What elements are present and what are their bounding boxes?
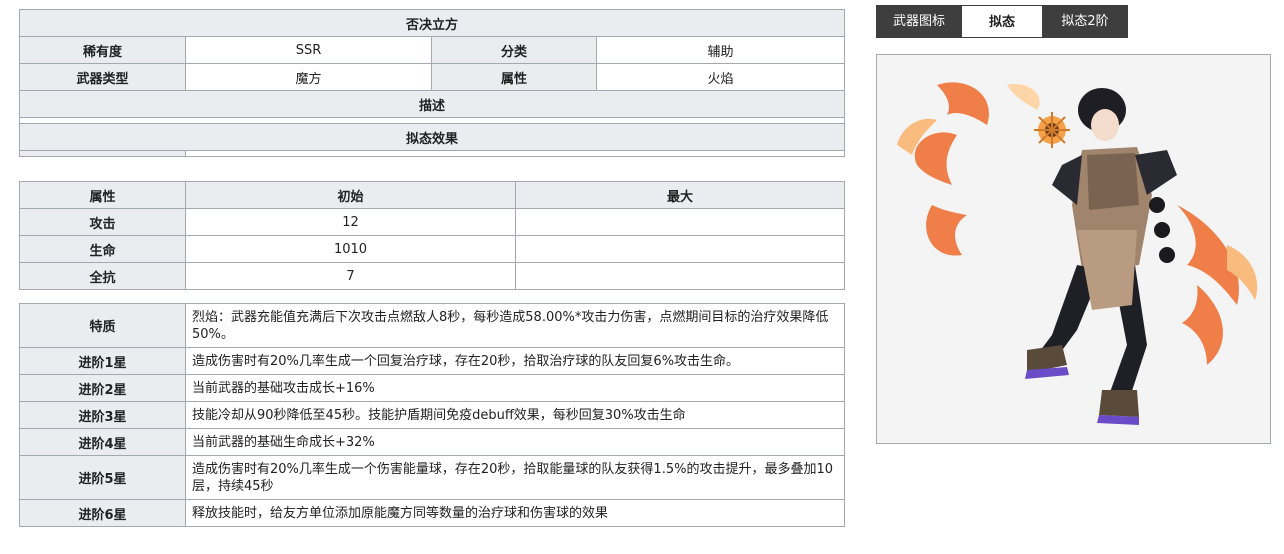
stats-header-max: 最大 (515, 181, 845, 209)
weapon-name-title: 否决立方 (18, 9, 846, 37)
stats-header-attribute: 属性 (19, 181, 186, 209)
weapon-type-value: 魔方 (185, 63, 432, 91)
table-row: 生命 1010 (19, 235, 845, 263)
tab-mimic-stage-2[interactable]: 拟态2阶 (1042, 5, 1128, 38)
rarity-value: SSR (185, 36, 432, 64)
weapon-info-table: 否决立方 稀有度 SSR 分类 辅助 武器类型 魔方 属性 火焰 描述 拟态效果 (18, 9, 846, 157)
table-row: 进阶2星 当前武器的基础攻击成长+16% (19, 374, 845, 402)
attribute-value: 火焰 (595, 63, 846, 91)
trait-text: 烈焰：武器充能值充满后下次攻击点燃敌人8秒，每秒造成58.00%*攻击力伤害，点… (185, 303, 845, 348)
attribute-label: 属性 (431, 63, 597, 91)
mimic-effect-header: 拟态效果 (18, 123, 846, 151)
cube-weapon-icon (1034, 112, 1070, 148)
stat-initial: 12 (185, 208, 516, 236)
stat-label: 全抗 (19, 262, 186, 290)
table-row: 进阶1星 造成伤害时有20%几率生成一个回复治疗球，存在20秒，拾取治疗球的队友… (19, 347, 845, 375)
trait-label: 进阶1星 (19, 347, 186, 375)
stat-max (515, 262, 845, 290)
trait-text: 释放技能时，给友方单位添加原能魔方同等数量的治疗球和伤害球的效果 (185, 499, 845, 527)
stat-max (515, 208, 845, 236)
trait-text: 造成伤害时有20%几率生成一个回复治疗球，存在20秒，拾取治疗球的队友回复6%攻… (185, 347, 845, 375)
table-row: 全抗 7 (19, 262, 845, 290)
image-tabs: 武器图标 拟态 拟态2阶 (876, 5, 1128, 38)
trait-label: 进阶6星 (19, 499, 186, 527)
trait-text: 当前武器的基础攻击成长+16% (185, 374, 845, 402)
trait-text: 当前武器的基础生命成长+32% (185, 428, 845, 456)
character-illustration (877, 55, 1270, 443)
mimic-effect-content (184, 150, 846, 157)
table-row: 进阶4星 当前武器的基础生命成长+32% (19, 428, 845, 456)
stats-table: 属性 初始 最大 攻击 12 生命 1010 全抗 7 (19, 181, 845, 290)
trait-text: 技能冷却从90秒降低至45秒。技能护盾期间免疫debuff效果，每秒回复30%攻… (185, 401, 845, 429)
tab-mimic[interactable]: 拟态 (962, 5, 1042, 38)
table-row: 攻击 12 (19, 208, 845, 236)
stats-header-initial: 初始 (185, 181, 516, 209)
table-row: 进阶3星 技能冷却从90秒降低至45秒。技能护盾期间免疫debuff效果，每秒回… (19, 401, 845, 429)
trait-label: 进阶2星 (19, 374, 186, 402)
tab-weapon-icon[interactable]: 武器图标 (876, 5, 962, 38)
trait-text: 造成伤害时有20%几率生成一个伤害能量球，存在20秒，拾取能量球的队友获得1.5… (185, 455, 845, 500)
description-header: 描述 (18, 90, 846, 118)
stat-max (515, 235, 845, 263)
trait-label: 进阶5星 (19, 455, 186, 500)
category-value: 辅助 (595, 36, 846, 64)
trait-label: 特质 (19, 303, 186, 348)
weapon-type-label: 武器类型 (19, 63, 186, 91)
mimic-effect-label-cell (19, 150, 186, 157)
category-label: 分类 (431, 36, 597, 64)
table-row: 进阶6星 释放技能时，给友方单位添加原能魔方同等数量的治疗球和伤害球的效果 (19, 499, 845, 527)
table-row: 进阶5星 造成伤害时有20%几率生成一个伤害能量球，存在20秒，拾取能量球的队友… (19, 455, 845, 500)
stat-label: 攻击 (19, 208, 186, 236)
trait-label: 进阶4星 (19, 428, 186, 456)
stat-initial: 7 (185, 262, 516, 290)
trait-label: 进阶3星 (19, 401, 186, 429)
stat-label: 生命 (19, 235, 186, 263)
table-row: 特质 烈焰：武器充能值充满后下次攻击点燃敌人8秒，每秒造成58.00%*攻击力伤… (19, 303, 845, 348)
rarity-label: 稀有度 (19, 36, 186, 64)
character-image-frame (876, 54, 1271, 444)
stat-initial: 1010 (185, 235, 516, 263)
traits-table: 特质 烈焰：武器充能值充满后下次攻击点燃敌人8秒，每秒造成58.00%*攻击力伤… (19, 303, 845, 527)
